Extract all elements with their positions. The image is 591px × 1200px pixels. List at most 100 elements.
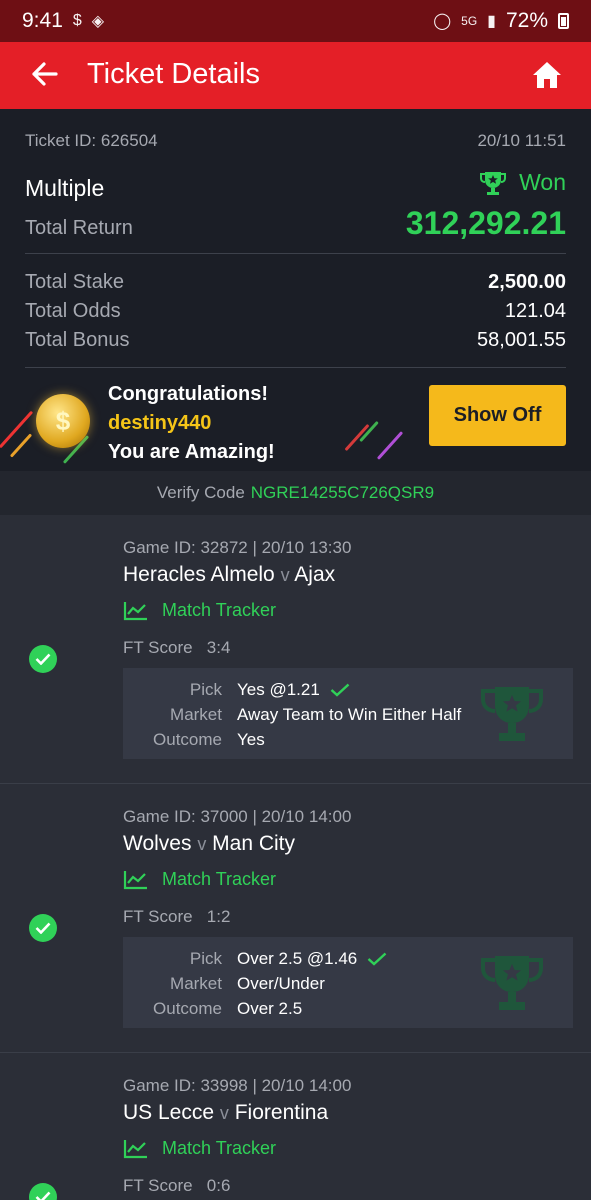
- game-meta: Game ID: 37000 | 20/10 14:00: [123, 807, 352, 826]
- chart-line-icon: [123, 601, 147, 620]
- total-stake-label: Total Stake: [25, 271, 124, 293]
- total-return-label: Total Return: [25, 217, 133, 239]
- ft-score-label: FT Score: [123, 907, 193, 926]
- coin-icon: $: [36, 394, 90, 448]
- flashlight-icon: ◈: [91, 13, 105, 30]
- bet-type: Multiple: [25, 174, 105, 201]
- away-team: Fiorentina: [234, 1101, 329, 1124]
- sportybet-notification-icon: $: [72, 12, 82, 29]
- pick-value-wrap: Over 2.5 @1.46: [237, 949, 387, 969]
- decor-streak: [9, 433, 33, 458]
- total-bonus-label: Total Bonus: [25, 329, 130, 351]
- game-card: Game ID: 33998 | 20/10 14:00 US Lecce v …: [0, 1053, 591, 1200]
- market-label: Market: [170, 974, 222, 993]
- match-tracker-label: Match Tracker: [162, 1138, 277, 1158]
- market-value: Over/Under: [237, 974, 325, 993]
- trophy-icon: [480, 171, 507, 195]
- status-time: 9:41: [22, 9, 63, 32]
- checkmark-icon: [367, 952, 387, 966]
- outcome-value: Over 2.5: [237, 999, 303, 1018]
- total-odds-value: 121.04: [504, 300, 566, 322]
- game-teams: US Lecce v Fiorentina: [123, 1101, 328, 1125]
- game-card: Game ID: 37000 | 20/10 14:00 Wolves v Ma…: [0, 784, 591, 1053]
- trophy-icon: [481, 956, 543, 1010]
- game-meta: Game ID: 32872 | 20/10 13:30: [123, 538, 352, 557]
- won-check-icon: [29, 914, 57, 942]
- game-card: Game ID: 32872 | 20/10 13:30 Heracles Al…: [0, 515, 591, 784]
- congrats-text: Congratulations! destiny440 You are Amaz…: [108, 380, 275, 467]
- back-arrow-icon[interactable]: [30, 60, 58, 88]
- pick-label: Pick: [189, 949, 222, 968]
- ft-score: FT Score 3:4: [123, 638, 230, 658]
- pick-details: Pick Yes @1.21 Market Away Team to Win E…: [123, 668, 573, 759]
- congrats-subtitle: You are Amazing!: [108, 441, 275, 463]
- vs-separator: v: [197, 834, 207, 854]
- congrats-banner: $ Congratulations! destiny440 You are Am…: [0, 366, 591, 471]
- home-team: Heracles Almelo: [123, 563, 275, 586]
- ft-score: FT Score 1:2: [123, 907, 230, 927]
- outcome-label: Outcome: [153, 999, 222, 1018]
- congrats-username: destiny440: [108, 412, 212, 434]
- verify-code-value[interactable]: NGRE14255C726QSR9: [251, 483, 434, 503]
- network-type-icon: 5G: [461, 14, 478, 28]
- verify-code-label: Verify Code: [156, 483, 245, 502]
- match-tracker-link[interactable]: Match Tracker: [123, 869, 276, 890]
- home-icon[interactable]: [531, 59, 563, 91]
- ticket-datetime: 20/10 11:51: [477, 131, 566, 150]
- vs-separator: v: [280, 565, 290, 585]
- match-tracker-label: Match Tracker: [162, 600, 277, 620]
- game-teams: Heracles Almelo v Ajax: [123, 563, 335, 587]
- chart-line-icon: [123, 870, 147, 889]
- ft-score-label: FT Score: [123, 1176, 193, 1195]
- battery-icon: [558, 13, 569, 29]
- checkmark-icon: [330, 683, 350, 697]
- game-meta: Game ID: 33998 | 20/10 14:00: [123, 1076, 352, 1095]
- show-off-button[interactable]: Show Off: [429, 385, 566, 446]
- decor-streak: [344, 423, 370, 452]
- pick-details: Pick Over 2.5 @1.46 Market Over/Under Ou…: [123, 937, 573, 1028]
- status-text: Won: [519, 169, 566, 195]
- decor-streak: [376, 431, 404, 460]
- market-value: Away Team to Win Either Half: [237, 705, 462, 724]
- pick-value: Over 2.5 @1.46: [237, 949, 358, 968]
- ft-score: FT Score 0:6: [123, 1176, 230, 1196]
- status-bar: 9:41 $ ◈ ◯ 5G ▮ 72%: [0, 0, 591, 42]
- ft-score-value: 1:2: [206, 907, 231, 926]
- chart-line-icon: [123, 1139, 147, 1158]
- vs-separator: v: [219, 1103, 229, 1123]
- outcome-value: Yes: [237, 730, 265, 749]
- battery-percent: 72%: [505, 9, 548, 32]
- match-tracker-label: Match Tracker: [162, 869, 277, 889]
- ticket-id: Ticket ID: 626504: [25, 131, 158, 150]
- away-team: Ajax: [294, 563, 336, 586]
- match-tracker-link[interactable]: Match Tracker: [123, 1138, 276, 1159]
- home-team: Wolves: [123, 832, 192, 855]
- divider: [25, 253, 566, 254]
- ft-score-value: 0:6: [206, 1176, 231, 1195]
- market-label: Market: [170, 705, 222, 724]
- page-title: Ticket Details: [87, 58, 260, 90]
- total-bonus-value: 58,001.55: [477, 329, 566, 351]
- app-bar: Ticket Details: [0, 42, 591, 109]
- ft-score-value: 3:4: [206, 638, 231, 657]
- total-return-value: 312,292.21: [405, 205, 566, 241]
- away-team: Man City: [212, 832, 296, 855]
- pick-label: Pick: [189, 680, 222, 699]
- verify-code-bar: Verify Code NGRE14255C726QSR9: [0, 471, 591, 515]
- total-stake-value: 2,500.00: [488, 271, 566, 293]
- decor-streak: [0, 410, 34, 449]
- game-teams: Wolves v Man City: [123, 832, 295, 856]
- pick-value: Yes @1.21: [237, 680, 320, 699]
- outcome-label: Outcome: [153, 730, 222, 749]
- won-check-icon: [29, 1183, 57, 1200]
- nfc-icon: ◯: [433, 13, 452, 30]
- ft-score-label: FT Score: [123, 638, 193, 657]
- won-check-icon: [29, 645, 57, 673]
- total-odds-label: Total Odds: [25, 300, 121, 322]
- pick-value-wrap: Yes @1.21: [237, 680, 350, 700]
- trophy-icon: [481, 687, 543, 741]
- status-badge: Won: [479, 169, 566, 196]
- signal-icon: ▮: [487, 13, 496, 30]
- match-tracker-link[interactable]: Match Tracker: [123, 600, 276, 621]
- congrats-title: Congratulations!: [108, 383, 268, 405]
